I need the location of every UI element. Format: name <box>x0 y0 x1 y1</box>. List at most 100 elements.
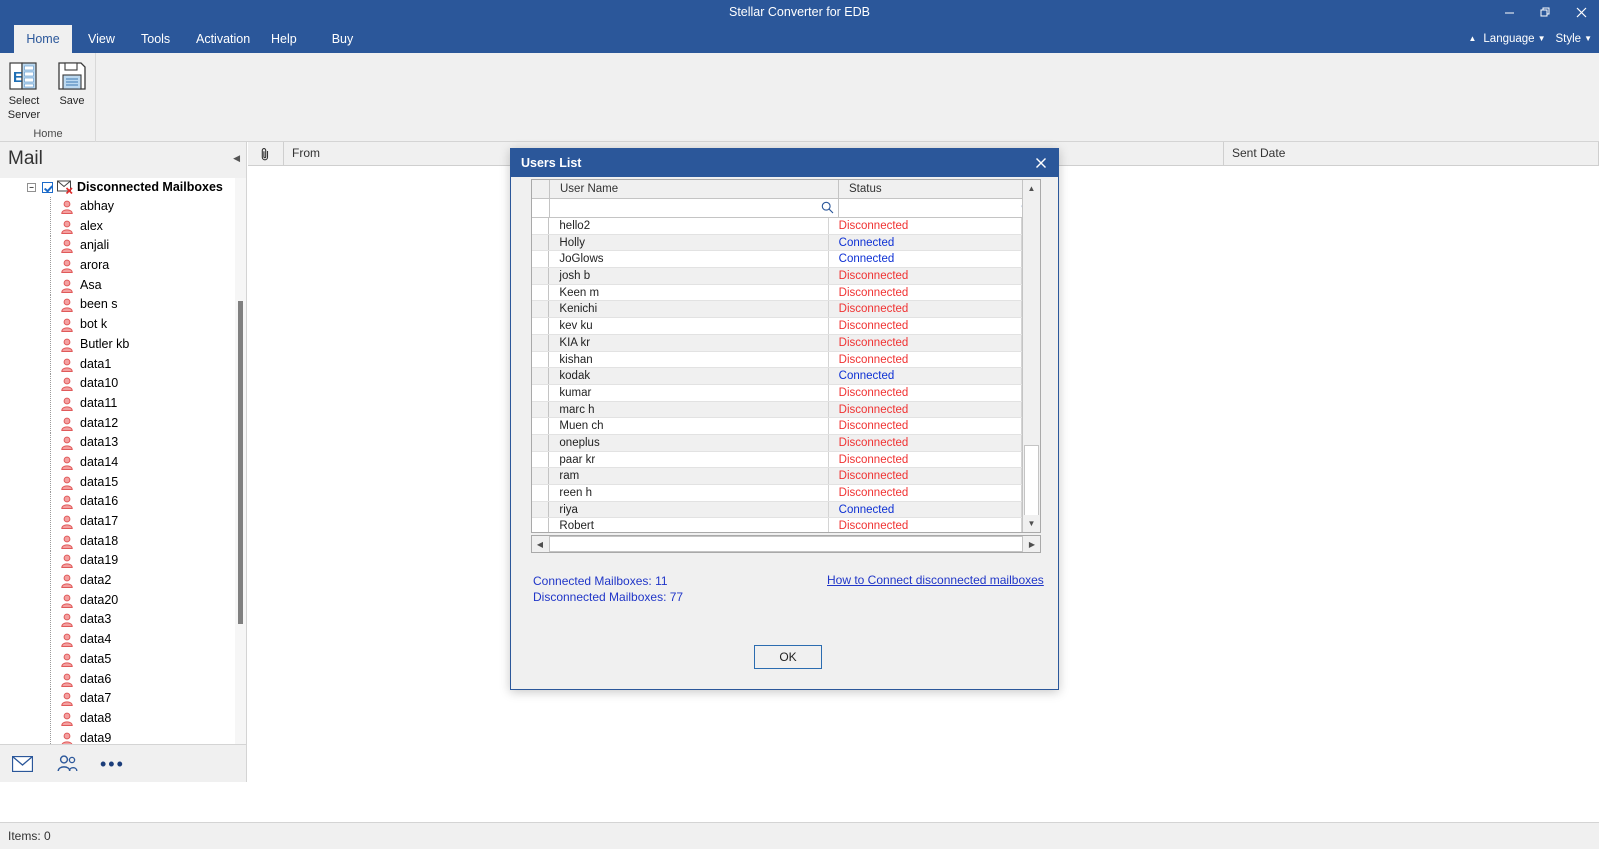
row-selector-cell[interactable] <box>532 284 550 301</box>
dialog-close-button[interactable] <box>1024 149 1058 177</box>
tree-item[interactable]: data11 <box>0 393 234 414</box>
style-dropdown[interactable]: Style ▼ <box>1553 25 1596 53</box>
scroll-up-button[interactable]: ▲ <box>1023 180 1040 197</box>
more-options-icon[interactable]: ••• <box>100 755 125 773</box>
row-selector-cell[interactable] <box>532 518 550 532</box>
tree-item[interactable]: data13 <box>0 433 234 453</box>
table-row[interactable]: ram Disconnected <box>532 468 1022 485</box>
tree-item[interactable]: data18 <box>0 531 234 552</box>
table-row[interactable]: Muen ch Disconnected <box>532 418 1022 435</box>
tree-item[interactable]: data3 <box>0 610 234 631</box>
tab-help[interactable]: Help <box>261 25 303 53</box>
tree-item[interactable]: data19 <box>0 551 234 572</box>
row-selector-cell[interactable] <box>532 451 550 468</box>
tree-item[interactable]: data10 <box>0 374 234 394</box>
root-checkbox[interactable] <box>42 182 53 193</box>
table-row[interactable]: reen h Disconnected <box>532 485 1022 502</box>
table-row[interactable]: riya Connected <box>532 501 1022 519</box>
tree-item[interactable]: bot k <box>0 315 234 335</box>
tree-item[interactable]: data8 <box>0 708 234 729</box>
tree-item[interactable]: data12 <box>0 413 234 434</box>
table-row[interactable]: Robert Disconnected <box>532 518 1022 532</box>
row-selector-cell[interactable] <box>532 384 550 401</box>
row-selector-cell[interactable] <box>532 485 550 501</box>
collapse-sidebar-icon[interactable]: ◀ <box>233 153 240 164</box>
tree-item[interactable]: data6 <box>0 669 234 690</box>
grid-horizontal-scrollbar[interactable]: ◀ ▶ <box>531 535 1041 553</box>
tree-item[interactable]: data14 <box>0 452 234 473</box>
scroll-left-button[interactable]: ◀ <box>532 536 548 552</box>
row-selector-cell[interactable] <box>532 218 550 234</box>
row-selector-cell[interactable] <box>532 468 550 484</box>
table-row[interactable]: Keen m Disconnected <box>532 284 1022 302</box>
hscroll-track[interactable] <box>549 536 1023 552</box>
table-row[interactable]: JoGlows Connected <box>532 251 1022 269</box>
row-selector-cell[interactable] <box>532 368 550 384</box>
how-to-connect-link[interactable]: How to Connect disconnected mailboxes <box>827 573 1044 587</box>
row-selector-cell[interactable] <box>532 301 550 318</box>
scroll-down-button[interactable]: ▼ <box>1023 515 1040 532</box>
tree-item[interactable]: data1 <box>0 354 234 375</box>
tree-item[interactable]: Asa <box>0 275 234 296</box>
tree-item[interactable]: data9 <box>0 728 234 744</box>
hscroll-thumb[interactable] <box>549 536 1023 552</box>
tree-item[interactable]: data4 <box>0 630 234 650</box>
tree-item[interactable]: anjali <box>0 236 234 257</box>
tree-scrollbar[interactable] <box>235 178 246 744</box>
table-row[interactable]: paar kr Disconnected <box>532 451 1022 469</box>
tree-item[interactable]: data20 <box>0 590 234 611</box>
save-button[interactable]: Save <box>48 56 96 121</box>
expand-collapse-icon[interactable]: − <box>27 183 36 192</box>
close-button[interactable] <box>1563 0 1599 25</box>
row-selector-cell[interactable] <box>532 434 550 451</box>
table-row[interactable]: kev ku Disconnected <box>532 318 1022 335</box>
tree-item[interactable]: data5 <box>0 649 234 670</box>
select-server-button[interactable]: E Select Server <box>0 56 48 121</box>
table-row[interactable]: marc h Disconnected <box>532 401 1022 419</box>
ok-button[interactable]: OK <box>754 645 822 669</box>
table-row[interactable]: kumar Disconnected <box>532 384 1022 402</box>
tree-item[interactable]: data15 <box>0 472 234 493</box>
tree-item[interactable]: data16 <box>0 492 234 512</box>
tree-root-node[interactable]: − Disconnected Mailboxes <box>0 178 234 197</box>
tree-item[interactable]: data17 <box>0 512 234 532</box>
column-header-user-name[interactable]: User Name <box>550 180 839 198</box>
tree-item[interactable]: alex <box>0 216 234 237</box>
tree-scroll-thumb[interactable] <box>238 301 243 624</box>
collapse-ribbon-icon[interactable]: ▲ <box>1468 35 1476 43</box>
column-header-attachment[interactable] <box>248 142 284 165</box>
table-row[interactable]: KIA kr Disconnected <box>532 334 1022 352</box>
scroll-right-button[interactable]: ▶ <box>1024 536 1040 552</box>
filter-user-name-cell[interactable] <box>550 199 839 217</box>
table-row[interactable]: kishan Disconnected <box>532 351 1022 369</box>
tree-item[interactable]: been s <box>0 295 234 316</box>
minimize-button[interactable] <box>1491 0 1527 25</box>
tree-item[interactable]: data2 <box>0 571 234 591</box>
contacts-view-button[interactable] <box>56 753 78 775</box>
mail-view-button[interactable] <box>12 753 34 775</box>
tab-home[interactable]: Home <box>14 25 72 53</box>
column-header-status[interactable]: Status <box>839 180 1039 198</box>
row-selector-cell[interactable] <box>532 401 550 418</box>
mailbox-tree[interactable]: − Disconnected Mailboxes abhay alex anja… <box>0 178 234 744</box>
row-selector-cell[interactable] <box>532 268 550 284</box>
tree-item[interactable]: abhay <box>0 197 234 217</box>
table-row[interactable]: Holly Connected <box>532 234 1022 252</box>
row-selector-cell[interactable] <box>532 234 550 251</box>
row-selector-cell[interactable] <box>532 251 550 268</box>
row-selector-cell[interactable] <box>532 418 550 434</box>
tab-buy-now[interactable]: Buy Now <box>310 25 375 74</box>
tab-activation[interactable]: Activation <box>186 25 256 53</box>
tab-tools[interactable]: Tools <box>131 25 179 53</box>
tree-item[interactable]: Butler kb <box>0 334 234 355</box>
tree-item[interactable]: data7 <box>0 689 234 709</box>
table-row[interactable]: Kenichi Disconnected <box>532 301 1022 319</box>
row-selector-cell[interactable] <box>532 318 550 334</box>
table-row[interactable]: hello2 Disconnected <box>532 218 1022 235</box>
language-dropdown[interactable]: Language ▼ <box>1480 25 1548 53</box>
row-selector-cell[interactable] <box>532 334 550 351</box>
table-row[interactable]: oneplus Disconnected <box>532 434 1022 452</box>
filter-status-cell[interactable] <box>839 199 1039 217</box>
grid-vertical-scrollbar[interactable]: ▲ ▼ <box>1022 180 1040 532</box>
grid-body[interactable]: hello2 Disconnected Holly Connected JoGl… <box>532 218 1022 532</box>
